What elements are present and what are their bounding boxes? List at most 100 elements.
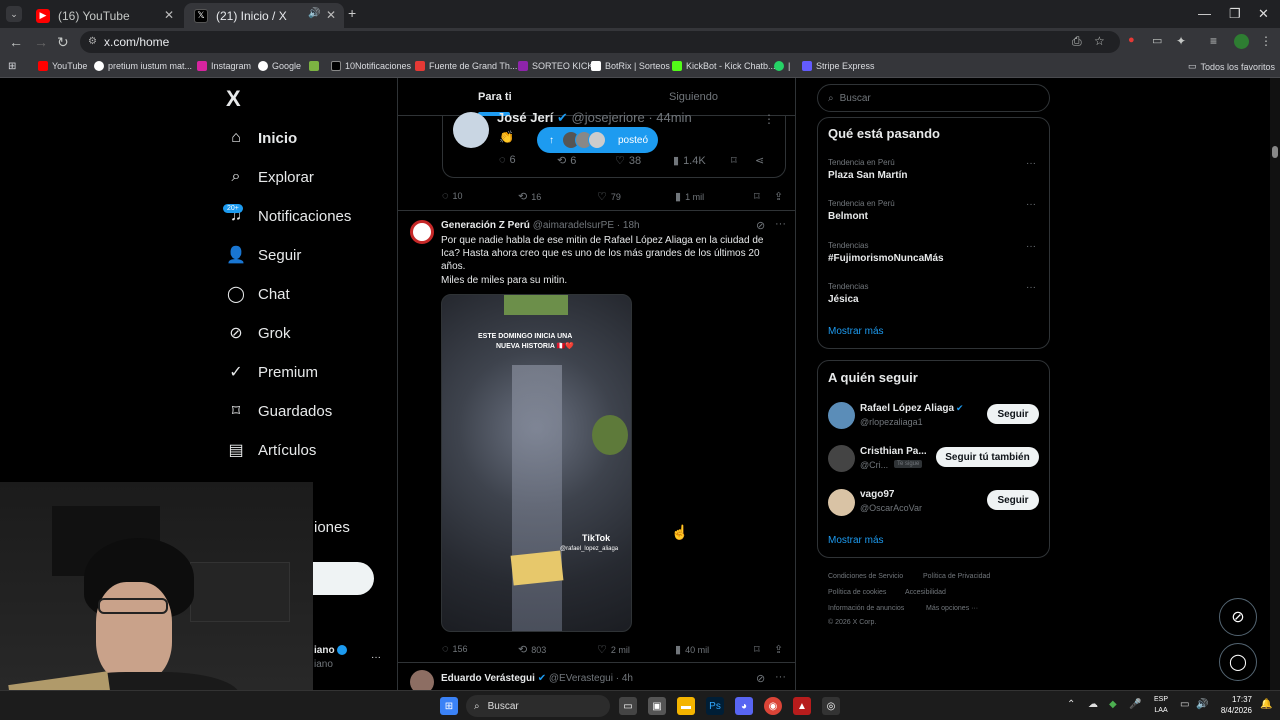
install-app-icon[interactable]: ⎙	[1072, 34, 1082, 49]
bookmark-google[interactable]: Google	[258, 61, 301, 71]
search-box[interactable]: ⌕ Buscar	[817, 84, 1050, 112]
post2-repost[interactable]: ⟲ 803	[518, 643, 546, 656]
post2-video[interactable]: ESTE DOMINGO INICIA UNA NUEVA HISTORIA 🇵…	[441, 294, 632, 632]
nav-premium[interactable]: ✓ Premium	[226, 362, 318, 382]
tab-siguiendo[interactable]: Siguiendo	[669, 91, 718, 103]
tray-icon[interactable]: ◆	[1109, 699, 1117, 710]
app-red-icon[interactable]: ◎	[822, 697, 840, 715]
quoted-more-icon[interactable]: ⋮	[763, 112, 775, 126]
close-window-icon[interactable]: ✕	[1258, 6, 1269, 22]
nav-guardados[interactable]: ⌑ Guardados	[226, 401, 332, 421]
nav-grok[interactable]: ⊘ Grok	[226, 323, 290, 343]
avatar[interactable]	[410, 220, 434, 244]
photoshop-icon[interactable]: Ps	[706, 697, 724, 715]
bookmark-10notif[interactable]: 10Notificaciones	[331, 61, 411, 71]
puzzle-icon[interactable]: ✦	[1176, 34, 1186, 48]
nav-chat[interactable]: ◯ Chat	[226, 284, 290, 304]
scroll-thumb[interactable]	[1272, 146, 1278, 158]
forward-icon[interactable]: →	[34, 34, 48, 50]
quoted-like[interactable]: ♡ 38	[615, 154, 641, 168]
trends-show-more[interactable]: Mostrar más	[828, 326, 884, 337]
close-tab-icon[interactable]: ✕	[326, 8, 336, 22]
task-view-icon[interactable]: ▭	[619, 697, 637, 715]
bookmark-botrix[interactable]: BotRix | Sorteos	[591, 61, 670, 71]
quoted-views[interactable]: ▮ 1.4K	[673, 154, 706, 168]
clock[interactable]: 17:37 8/4/2026	[1218, 694, 1252, 716]
trend-item[interactable]: #FujimorismoNuncaMás	[828, 253, 944, 264]
follow-name[interactable]: Cristhian Pa...	[860, 446, 927, 457]
restore-icon[interactable]: ❐	[1229, 6, 1241, 22]
trend-more-icon[interactable]: ···	[1026, 158, 1036, 169]
bookmark-pretium[interactable]: pretium iustum mat...	[94, 61, 192, 71]
footer-more[interactable]: Más opciones ···	[926, 605, 978, 612]
x-logo-icon[interactable]: X	[226, 86, 241, 112]
extension-red-icon[interactable]: ●	[1128, 34, 1135, 46]
file-explorer-icon[interactable]: ▬	[677, 697, 695, 715]
post3-name[interactable]: Eduardo Verástegui	[441, 673, 535, 684]
post2-like[interactable]: ♡ 2 mil	[597, 643, 630, 656]
trend-item[interactable]: Plaza San Martín	[828, 170, 907, 181]
all-bookmarks[interactable]: ▭ Todos los favoritos	[1188, 61, 1275, 72]
post1-reply[interactable]: ◌ 10	[442, 190, 463, 202]
chrome-icon[interactable]: ◉	[764, 697, 782, 715]
trend-item[interactable]: Jésica	[828, 294, 859, 305]
account-more-icon[interactable]: ···	[371, 652, 381, 663]
bookmark-kickbot[interactable]: KickBot - Kick Chatb...	[672, 61, 776, 71]
bookmark-gta-font[interactable]: Fuente de Grand Th...	[415, 61, 517, 71]
extension-icon[interactable]: ▭	[1152, 34, 1162, 47]
nav-seguir[interactable]: 👤 Seguir	[226, 245, 301, 265]
account-name[interactable]: iano	[314, 645, 335, 656]
nav-partial-label[interactable]: iones	[314, 519, 350, 536]
footer-privacy[interactable]: Política de Privacidad	[923, 573, 990, 580]
nav-notificaciones[interactable]: ♫ Notificaciones	[226, 206, 351, 226]
star-icon[interactable]: ☆	[1094, 34, 1105, 48]
avatar[interactable]	[828, 489, 855, 516]
more-icon[interactable]: ···	[775, 671, 786, 683]
reload-icon[interactable]: ↻	[57, 34, 69, 51]
more-icon[interactable]: ···	[775, 218, 786, 230]
post1-repost[interactable]: ⟲ 16	[518, 190, 541, 203]
bookmark-instagram[interactable]: Instagram	[197, 61, 251, 71]
menu-icon[interactable]: ⋮	[1260, 34, 1272, 48]
discord-icon[interactable]: ◕	[735, 697, 753, 715]
footer-ads[interactable]: Información de anuncios	[828, 605, 904, 612]
new-tab-button[interactable]: +	[348, 5, 356, 21]
post1-share[interactable]: ⇪	[774, 190, 787, 203]
minimize-icon[interactable]: —	[1198, 6, 1211, 21]
follow-back-button[interactable]: Seguir tú también	[936, 447, 1039, 467]
bookmark-whatsapp[interactable]: |	[774, 61, 790, 71]
nav-explorar[interactable]: ⌕ Explorar	[226, 167, 314, 187]
volume-icon[interactable]: 🔊	[1196, 699, 1208, 710]
tray-icon[interactable]: 🎤	[1129, 699, 1141, 710]
post1-views[interactable]: ▮ 1 mil	[675, 190, 704, 203]
quoted-repost[interactable]: ⟲ 6	[557, 154, 576, 168]
who-show-more[interactable]: Mostrar más	[828, 535, 884, 546]
avatar[interactable]	[828, 445, 855, 472]
app-icon[interactable]: ▣	[648, 697, 666, 715]
post2-handle[interactable]: @aimaradelsurPE	[533, 220, 614, 231]
apps-icon[interactable]: ⊞	[8, 61, 16, 72]
trend-more-icon[interactable]: ···	[1026, 241, 1036, 252]
follow-name[interactable]: Rafael López Aliaga	[860, 403, 954, 414]
footer-accessibility[interactable]: Accesibilidad	[905, 589, 946, 596]
taskbar-search[interactable]: ⌕ Buscar	[466, 695, 610, 717]
network-icon[interactable]: ▭	[1180, 699, 1189, 710]
trend-more-icon[interactable]: ···	[1026, 282, 1036, 293]
tab-para-ti[interactable]: Para ti	[478, 91, 512, 103]
post3-handle[interactable]: @EVerastegui	[549, 673, 613, 684]
follow-button[interactable]: Seguir	[987, 490, 1039, 510]
back-icon[interactable]: ←	[9, 34, 23, 50]
notification-bell-icon[interactable]: 🔔	[1260, 699, 1272, 710]
nav-articulos[interactable]: ▤ Artículos	[226, 440, 316, 460]
post1-bookmark[interactable]: ⌑	[754, 190, 764, 203]
address-bar[interactable]: ⚙ x.com/home	[80, 31, 1120, 53]
bookmark-extra[interactable]	[309, 61, 323, 71]
post2-reply[interactable]: ◌ 156	[442, 643, 468, 655]
tab-search-icon[interactable]: ⌄	[6, 6, 22, 22]
post2-share[interactable]: ⇪	[774, 643, 787, 656]
quoted-reply[interactable]: ◌ 6	[499, 154, 516, 166]
bookmark-youtube[interactable]: YouTube	[38, 61, 87, 71]
grok-icon[interactable]: ⊘	[756, 672, 765, 685]
trend-more-icon[interactable]: ···	[1026, 199, 1036, 210]
follow-name[interactable]: vago97	[860, 489, 894, 500]
